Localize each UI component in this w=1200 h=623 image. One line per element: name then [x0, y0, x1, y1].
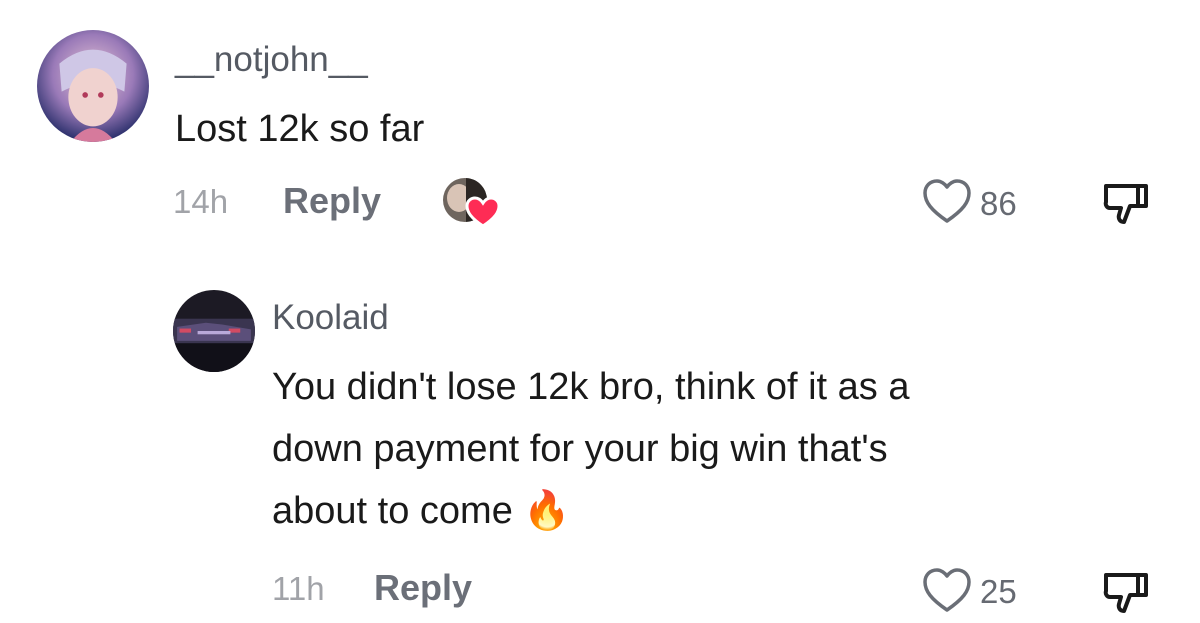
reply-button[interactable]: Reply [283, 180, 381, 222]
comment-username[interactable]: __notjohn__ [175, 40, 368, 80]
heart-filled-icon [465, 196, 501, 228]
like-count: 25 [980, 573, 1017, 610]
fire-emoji: 🔥 [523, 490, 571, 532]
avatar[interactable] [173, 290, 255, 372]
reply-button[interactable]: Reply [374, 567, 472, 609]
avatar[interactable] [37, 30, 149, 142]
heart-outline-icon [923, 179, 971, 223]
comment-text: Lost 12k so far [175, 108, 425, 150]
dislike-button[interactable] [1100, 567, 1150, 617]
avatar-image [37, 30, 149, 142]
comment-text: You didn't lose 12k bro, think of it as … [272, 356, 1132, 542]
comment-timestamp: 11h [272, 570, 325, 607]
comment-text-line-last: about to come 🔥 [272, 490, 571, 532]
comment-username[interactable]: Koolaid [272, 298, 389, 338]
creator-liked-badge [441, 176, 501, 228]
comment-timestamp: 14h [173, 183, 229, 220]
thumbs-down-icon [1103, 573, 1148, 613]
avatar-image [173, 290, 255, 372]
dislike-button[interactable] [1100, 178, 1150, 228]
thumbs-down-icon [1103, 184, 1148, 224]
like-button[interactable] [921, 177, 973, 225]
like-count: 86 [980, 185, 1017, 222]
like-button[interactable] [921, 566, 973, 614]
heart-outline-icon [923, 568, 971, 612]
comment-text-line: down payment for your big win that's [272, 428, 888, 470]
comment-text-line: You didn't lose 12k bro, think of it as … [272, 366, 910, 408]
